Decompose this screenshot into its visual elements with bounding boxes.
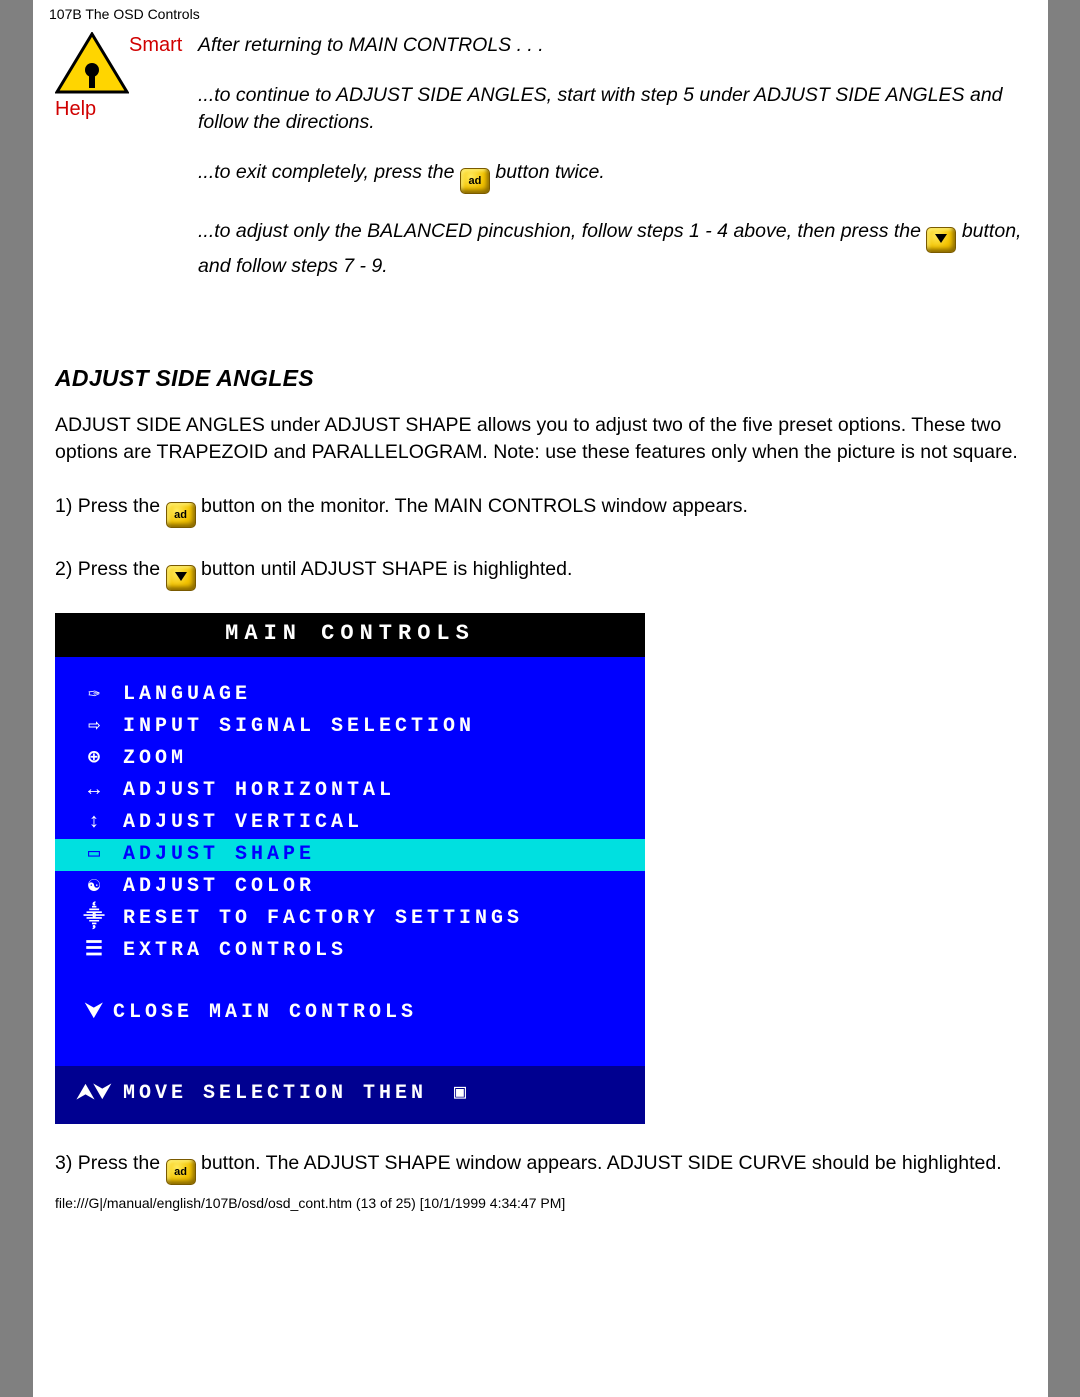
osd-item-adjust-horizontal: ↔ADJUST HORIZONTAL bbox=[55, 775, 645, 807]
intro-line-0: After returning to MAIN CONTROLS . . . bbox=[198, 32, 1030, 58]
osd-item-label: RESET TO FACTORY SETTINGS bbox=[113, 905, 523, 932]
language-icon: ✑ bbox=[75, 681, 113, 708]
adjust-shape-icon: ▭ bbox=[75, 841, 113, 868]
down-button-icon bbox=[166, 565, 196, 591]
zoom-icon: ⊕ bbox=[75, 745, 113, 772]
osd-item-factory-reset: ⸎RESET TO FACTORY SETTINGS bbox=[55, 903, 645, 935]
osd-item-language: ✑LANGUAGE bbox=[55, 679, 645, 711]
step-3a: 3) Press the bbox=[55, 1152, 166, 1174]
osd-item-adjust-vertical: ↕ADJUST VERTICAL bbox=[55, 807, 645, 839]
intro-line-3a: ...to adjust only the BALANCED pincushio… bbox=[198, 220, 926, 242]
osd-item-label: ADJUST VERTICAL bbox=[113, 809, 363, 836]
osd-close-label: CLOSE MAIN CONTROLS bbox=[113, 999, 417, 1026]
step-1: 1) Press the ad button on the monitor. T… bbox=[55, 487, 1030, 528]
osd-item-label: ADJUST HORIZONTAL bbox=[113, 777, 395, 804]
step-1b: button on the monitor. The MAIN CONTROLS… bbox=[201, 495, 748, 517]
osd-title: MAIN CONTROLS bbox=[55, 613, 645, 657]
ok-button-icon: ad bbox=[166, 502, 196, 528]
intro-line-1: ...to continue to ADJUST SIDE ANGLES, st… bbox=[198, 82, 1030, 135]
osd-close-row: ⮟ CLOSE MAIN CONTROLS bbox=[55, 993, 645, 1032]
osd-item-label: ADJUST SHAPE bbox=[113, 841, 315, 868]
osd-item-label: ADJUST COLOR bbox=[113, 873, 315, 900]
down-button-icon bbox=[926, 227, 956, 253]
page-header: 107B The OSD Controls bbox=[33, 0, 1048, 22]
factory-reset-icon: ⸎ bbox=[75, 905, 113, 932]
warning-triangle-icon bbox=[55, 32, 129, 96]
intro-line-2: ...to exit completely, press the ad butt… bbox=[198, 159, 1030, 194]
section-title: ADJUST SIDE ANGLES bbox=[55, 363, 1030, 394]
move-selection-icon: ⮝⮟ bbox=[75, 1080, 113, 1107]
osd-main-controls: MAIN CONTROLS ✑LANGUAGE⇨INPUT SIGNAL SEL… bbox=[55, 613, 645, 1124]
ok-button-icon: ad bbox=[166, 1159, 196, 1185]
step-3b: button. The ADJUST SHAPE window appears.… bbox=[201, 1152, 1002, 1174]
osd-item-input-signal: ⇨INPUT SIGNAL SELECTION bbox=[55, 711, 645, 743]
osd-item-extra-controls: ☰EXTRA CONTROLS bbox=[55, 935, 645, 967]
adjust-vertical-icon: ↕ bbox=[75, 809, 113, 836]
ok-glyph-icon: ▣ bbox=[441, 1080, 479, 1107]
intro-line-2a: ...to exit completely, press the bbox=[198, 161, 460, 183]
osd-item-label: INPUT SIGNAL SELECTION bbox=[113, 713, 475, 740]
section-body: ADJUST SIDE ANGLES under ADJUST SHAPE al… bbox=[55, 412, 1030, 465]
footer-path: file:///G|/manual/english/107B/osd/osd_c… bbox=[55, 1195, 565, 1211]
ok-button-icon: ad bbox=[460, 168, 490, 194]
adjust-color-icon: ☯ bbox=[75, 873, 113, 900]
osd-item-label: EXTRA CONTROLS bbox=[113, 937, 347, 964]
osd-item-label: LANGUAGE bbox=[113, 681, 251, 708]
step-2: 2) Press the button until ADJUST SHAPE i… bbox=[55, 550, 1030, 591]
osd-item-adjust-shape: ▭ADJUST SHAPE bbox=[55, 839, 645, 871]
close-down-icon: ⮟ bbox=[75, 999, 113, 1026]
osd-item-label: ZOOM bbox=[113, 745, 187, 772]
input-signal-icon: ⇨ bbox=[75, 713, 113, 740]
adjust-horizontal-icon: ↔ bbox=[75, 777, 113, 804]
osd-footer: ⮝⮟ MOVE SELECTION THEN ▣ bbox=[55, 1066, 645, 1124]
osd-footer-label: MOVE SELECTION THEN bbox=[113, 1080, 427, 1107]
extra-controls-icon: ☰ bbox=[75, 937, 113, 964]
intro-line-2b: button twice. bbox=[495, 161, 604, 183]
step-2a: 2) Press the bbox=[55, 558, 166, 580]
intro-line-3: ...to adjust only the BALANCED pincushio… bbox=[198, 218, 1030, 279]
osd-item-adjust-color: ☯ADJUST COLOR bbox=[55, 871, 645, 903]
step-3: 3) Press the ad button. The ADJUST SHAPE… bbox=[55, 1144, 1030, 1185]
step-2b: button until ADJUST SHAPE is highlighted… bbox=[201, 558, 572, 580]
step-1a: 1) Press the bbox=[55, 495, 166, 517]
osd-item-zoom: ⊕ZOOM bbox=[55, 743, 645, 775]
